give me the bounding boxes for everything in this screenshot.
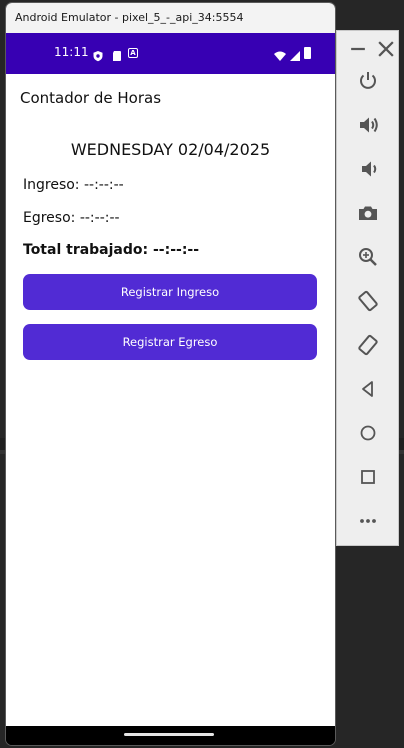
ingreso-label: Ingreso: --:--:--	[23, 177, 124, 193]
status-bar: 11:11 A	[6, 33, 335, 74]
app-screen: Contador de Horas WEDNESDAY 02/04/2025 I…	[6, 74, 335, 726]
camera-icon[interactable]	[356, 201, 380, 225]
sd-card-icon	[111, 47, 123, 61]
zoom-icon[interactable]	[356, 245, 380, 269]
close-icon[interactable]	[374, 37, 394, 57]
registrar-egreso-button[interactable]: Registrar Egreso	[23, 324, 317, 360]
gesture-nav-bar	[6, 726, 335, 745]
registrar-ingreso-button[interactable]: Registrar Ingreso	[23, 274, 317, 310]
rotate-right-icon[interactable]	[356, 333, 380, 357]
more-icon[interactable]	[356, 509, 380, 533]
shield-icon	[92, 47, 104, 62]
status-time: 11:11	[54, 45, 89, 59]
back-icon[interactable]	[356, 377, 380, 401]
signal-icon	[289, 47, 301, 61]
rotate-left-icon[interactable]	[356, 289, 380, 313]
egreso-label: Egreso: --:--:--	[23, 210, 120, 226]
battery-icon	[304, 47, 311, 59]
volume-up-icon[interactable]	[356, 113, 380, 137]
power-icon[interactable]	[356, 69, 380, 93]
keyboard-a-icon: A	[128, 48, 138, 58]
volume-down-icon[interactable]	[356, 157, 380, 181]
wifi-icon	[274, 47, 286, 61]
page-title: Contador de Horas	[20, 89, 162, 107]
overview-icon[interactable]	[356, 465, 380, 489]
home-gesture-pill[interactable]	[124, 733, 214, 736]
window-title: Android Emulator - pixel_5_-_api_34:5554	[6, 3, 335, 33]
home-icon[interactable]	[356, 421, 380, 445]
emulator-toolbar	[336, 30, 399, 546]
emulator-window: Android Emulator - pixel_5_-_api_34:5554…	[5, 2, 336, 746]
total-label: Total trabajado: --:--:--	[23, 242, 200, 258]
date-label: WEDNESDAY 02/04/2025	[70, 140, 271, 159]
minimize-icon[interactable]	[346, 37, 365, 51]
